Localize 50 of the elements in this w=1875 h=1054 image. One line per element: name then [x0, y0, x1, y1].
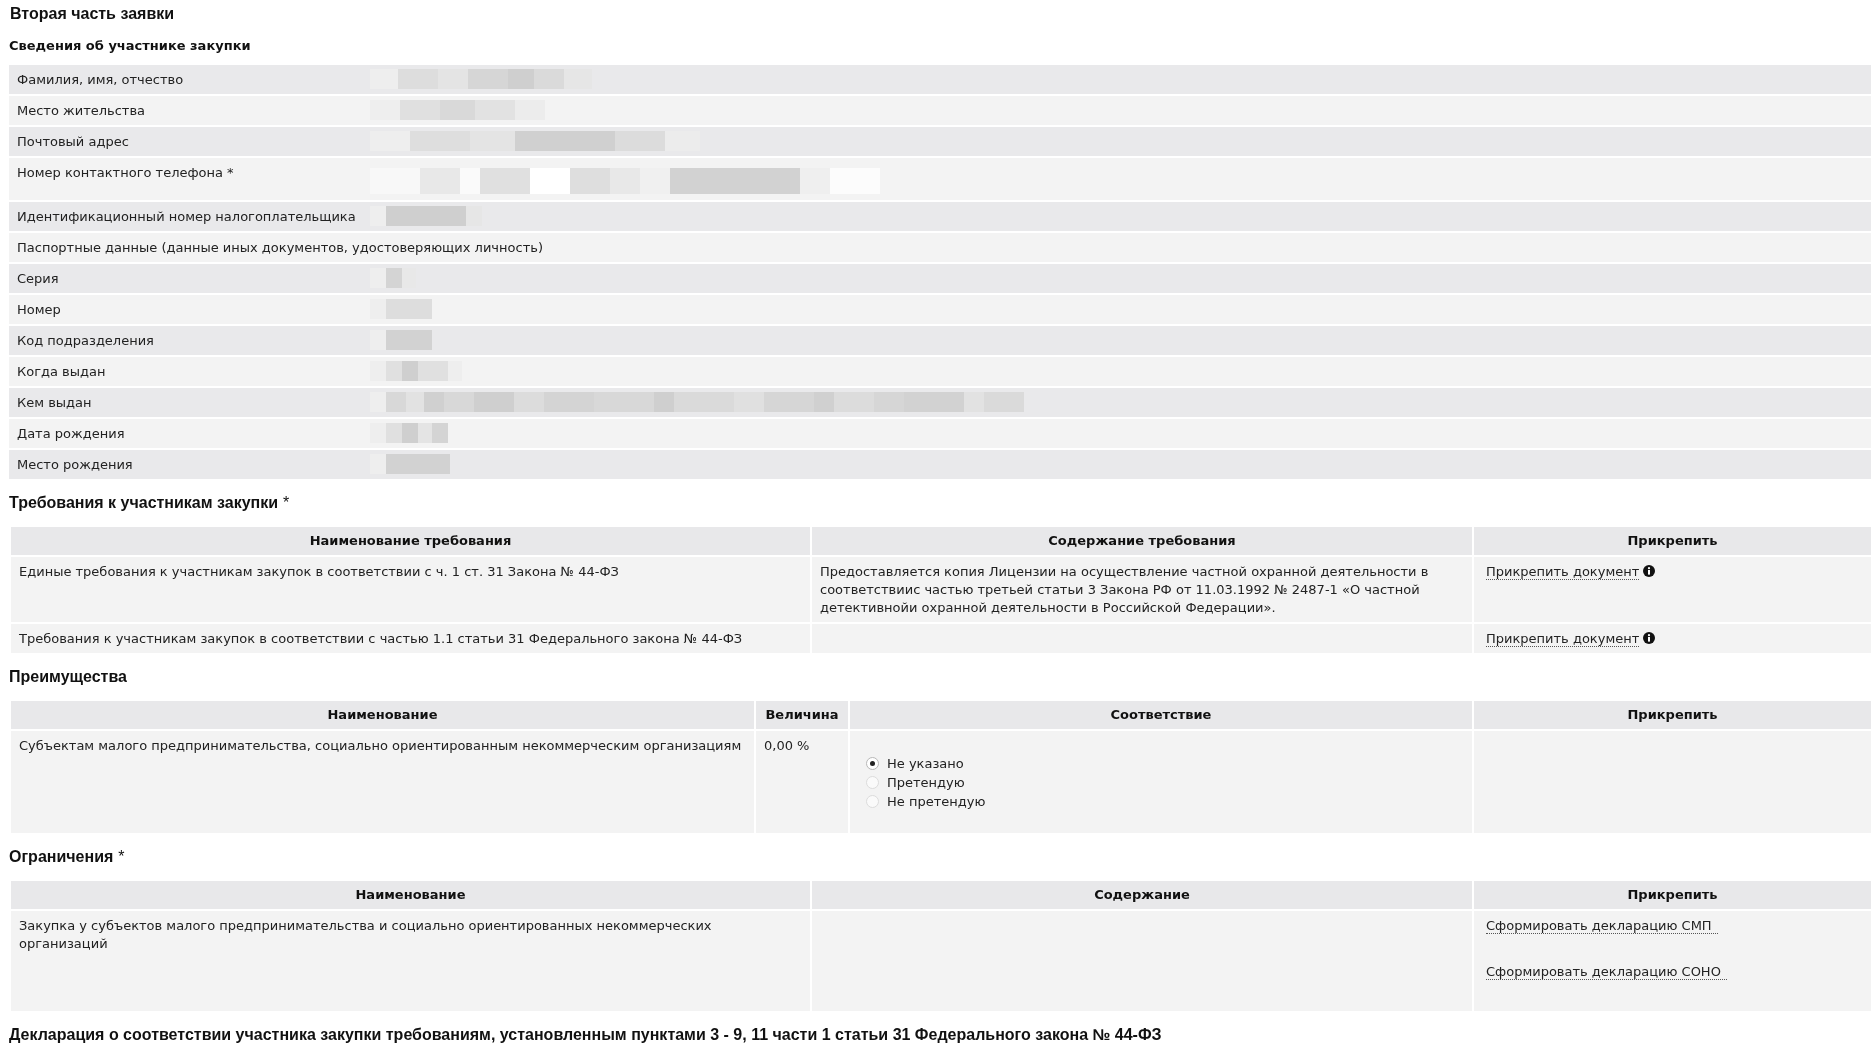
column-header: Содержание: [1094, 887, 1190, 902]
requirement-content: Предоставляется копия Лицензии на осуществление частной охранной деятельности в соответствиис частью третьей статьи 3 Закона РФ от 11.03.1992 № 2487-1 «О частной детективнойи охранной деятельности в Российской Федерации».: [820, 564, 1429, 615]
page-title: Вторая часть заявки: [10, 4, 175, 24]
radio-button[interactable]: [866, 757, 879, 770]
field-label: Место жительства: [17, 103, 146, 118]
field-label: Номер контактного телефона *: [17, 165, 234, 180]
section-heading: Сведения об участнике закупки: [9, 37, 251, 55]
required-mark: *: [118, 847, 125, 867]
section-heading: Ограничения: [9, 847, 114, 867]
attach-document-link[interactable]: Прикрепить документ: [1486, 631, 1640, 647]
pixelated-block: [370, 330, 432, 350]
field-label: Место рождения: [17, 457, 133, 472]
radio-button[interactable]: [866, 776, 879, 789]
requirement-name: Единые требования к участникам закупок в соответствии с ч. 1 ст. 31 Закона № 44-ФЗ: [19, 564, 619, 579]
advantage-name: Субъектам малого предпринимательства, социально ориентированным некоммерческим организациям: [19, 738, 742, 753]
advantage-value: 0,00 %: [764, 738, 810, 753]
section-heading: Преимущества: [9, 667, 127, 687]
column-header: Прикрепить: [1627, 707, 1718, 722]
section-heading: Требования к участникам закупки: [9, 493, 279, 513]
column-header: Соответствие: [1110, 707, 1212, 722]
field-label: Идентификационный номер налогоплательщика: [17, 209, 356, 224]
column-header: Наименование: [327, 707, 438, 722]
info-icon[interactable]: [1643, 632, 1656, 644]
attach-document-link[interactable]: Прикрепить документ: [1486, 564, 1640, 580]
column-header: Прикрепить: [1627, 533, 1718, 548]
field-label: Серия: [17, 271, 59, 286]
declaration-link[interactable]: Сформировать декларацию СМП: [1486, 918, 1718, 934]
restriction-name: Закупка у субъектов малого предпринимательства и социально ориентированных некоммерческих организаций: [19, 918, 712, 951]
declaration-link[interactable]: Сформировать декларацию СОНО: [1486, 964, 1727, 980]
field-label: Фамилия, имя, отчество: [17, 72, 184, 87]
required-mark: *: [283, 493, 290, 513]
field-label: Паспортные данные (данные иных документов, удостоверяющих личность): [17, 240, 543, 255]
radio-label: Не претендую: [887, 793, 986, 811]
field-label: Код подразделения: [17, 333, 154, 348]
field-label: Номер: [17, 302, 61, 317]
field-label: Почтовый адрес: [17, 134, 129, 149]
radio-button[interactable]: [866, 795, 879, 808]
field-label: Кем выдан: [17, 395, 92, 410]
requirement-name: Требования к участникам закупок в соответствии с частью 1.1 статьи 31 Федерального закона № 44-ФЗ: [19, 631, 743, 646]
field-label: Дата рождения: [17, 426, 125, 441]
radio-label: Не указано: [887, 755, 964, 773]
column-header: Наименование требования: [309, 533, 512, 548]
column-header: Содержание требования: [1048, 533, 1236, 548]
radio-label: Претендую: [887, 774, 965, 792]
column-header: Наименование: [355, 887, 466, 902]
section-heading: Декларация о соответствии участника закупки требованиям, установленным пунктами 3 - 9, 11 части 1 статьи 31 Федерального закона № 44-ФЗ: [9, 1025, 1162, 1045]
field-label: Когда выдан: [17, 364, 106, 379]
column-header: Прикрепить: [1627, 887, 1718, 902]
column-header: Величина: [765, 707, 839, 722]
info-icon[interactable]: [1643, 565, 1656, 577]
